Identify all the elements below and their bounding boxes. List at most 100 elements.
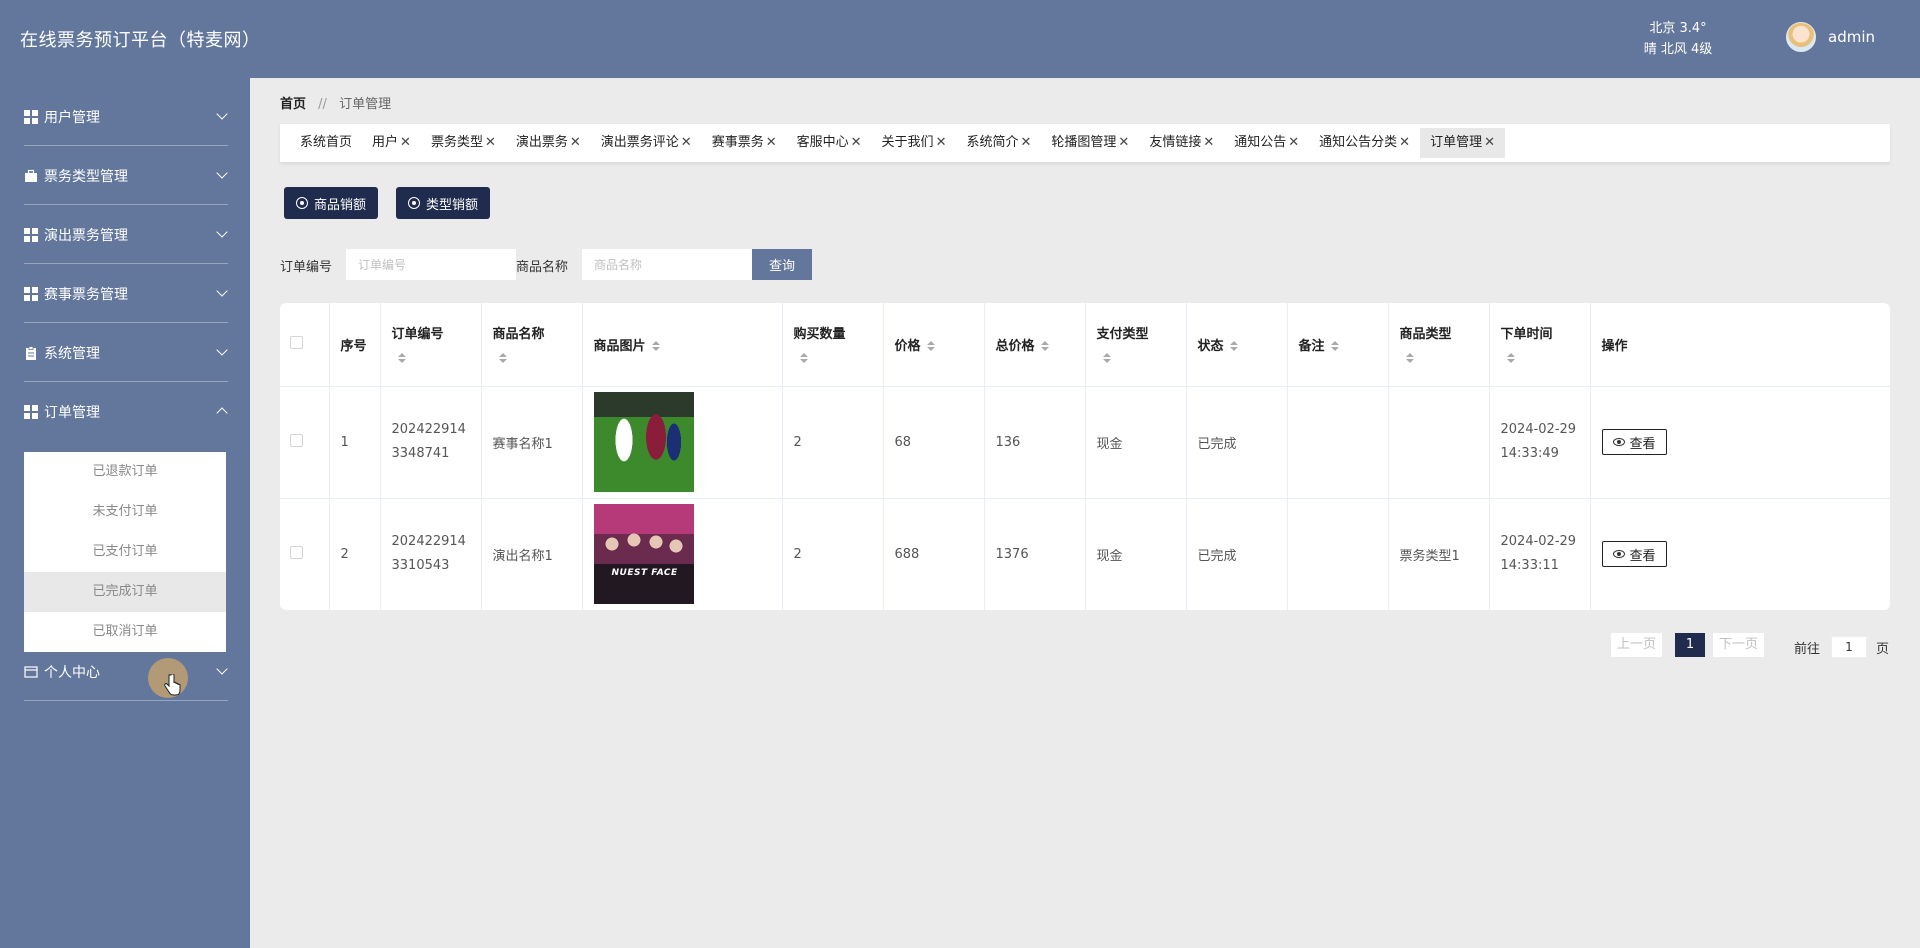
username[interactable]: admin bbox=[1828, 28, 1875, 46]
product-sales-button[interactable]: 商品销额 bbox=[284, 187, 379, 219]
prev-page-button[interactable]: 上一页 bbox=[1611, 633, 1663, 657]
col-product-type[interactable]: 商品类型 bbox=[1388, 303, 1490, 387]
close-icon[interactable]: ✕ bbox=[1203, 135, 1214, 150]
type-sales-button[interactable]: 类型销额 bbox=[396, 187, 491, 219]
close-icon[interactable]: ✕ bbox=[851, 135, 862, 150]
submenu-completed-orders[interactable]: 已完成订单 bbox=[24, 572, 226, 612]
col-product-name[interactable]: 商品名称 bbox=[481, 303, 583, 387]
avatar[interactable] bbox=[1786, 22, 1816, 52]
header-label: 商品名称 bbox=[492, 327, 545, 343]
close-icon[interactable]: ✕ bbox=[400, 135, 411, 150]
row-select-cell bbox=[280, 498, 330, 610]
close-icon[interactable]: ✕ bbox=[1288, 135, 1299, 150]
product-image-concert[interactable]: NUEST FACE bbox=[593, 504, 694, 604]
tab-label: 通知公告分类 bbox=[1319, 135, 1398, 150]
tab-notice[interactable]: 通知公告 ✕ bbox=[1224, 128, 1309, 158]
select-all-cell bbox=[280, 303, 330, 387]
breadcrumb-home[interactable]: 首页 bbox=[280, 97, 306, 112]
sidebar-item-ticket-type-management[interactable]: 票务类型管理 bbox=[24, 147, 228, 205]
sort-icon[interactable] bbox=[498, 352, 507, 363]
eye-icon bbox=[1612, 550, 1625, 558]
sidebar-item-user-management[interactable]: 用户管理 bbox=[24, 88, 228, 146]
product-image-soccer[interactable] bbox=[593, 392, 694, 492]
cell-product-name: 赛事名称1 bbox=[481, 386, 583, 499]
col-quantity[interactable]: 购买数量 bbox=[782, 303, 884, 387]
header-label: 价格 bbox=[894, 338, 921, 354]
col-note[interactable]: 备注 bbox=[1287, 303, 1389, 387]
cell-product-name: 演出名称1 bbox=[481, 498, 583, 610]
tab-ticket-type[interactable]: 票务类型 ✕ bbox=[421, 128, 506, 158]
col-index: 序号 bbox=[329, 303, 381, 387]
tab-label: 系统首页 bbox=[300, 135, 353, 150]
sidebar-item-order-management[interactable]: 订单管理 bbox=[24, 383, 228, 441]
sidebar-item-system-management[interactable]: 系统管理 bbox=[24, 324, 228, 382]
col-order-no[interactable]: 订单编号 bbox=[380, 303, 482, 387]
col-price[interactable]: 价格 bbox=[883, 303, 985, 387]
sort-icon[interactable] bbox=[1040, 341, 1049, 352]
tab-show-ticket[interactable]: 演出票务 ✕ bbox=[506, 128, 591, 158]
header-label: 下单时间 bbox=[1500, 327, 1553, 343]
col-order-time[interactable]: 下单时间 bbox=[1489, 303, 1591, 387]
sort-icon[interactable] bbox=[651, 341, 660, 352]
order-no-input[interactable] bbox=[346, 249, 516, 280]
sort-icon[interactable] bbox=[1330, 341, 1339, 352]
col-product-image[interactable]: 商品图片 bbox=[582, 303, 783, 387]
tab-carousel-management[interactable]: 轮播图管理 ✕ bbox=[1041, 128, 1139, 158]
page-number-button[interactable]: 1 bbox=[1675, 633, 1705, 657]
query-button[interactable]: 查询 bbox=[752, 249, 812, 280]
sort-icon[interactable] bbox=[1229, 341, 1238, 352]
col-status[interactable]: 状态 bbox=[1186, 303, 1288, 387]
row-checkbox[interactable] bbox=[290, 433, 303, 447]
cell-total-price: 1376 bbox=[984, 498, 1086, 610]
col-total-price[interactable]: 总价格 bbox=[984, 303, 1086, 387]
close-icon[interactable]: ✕ bbox=[766, 135, 777, 150]
sort-icon[interactable] bbox=[926, 341, 935, 352]
sort-icon[interactable] bbox=[1102, 352, 1111, 363]
order-no-part: 3310543 bbox=[391, 558, 450, 573]
goto-page-input[interactable]: 1 bbox=[1831, 636, 1867, 658]
order-no-part: 3348741 bbox=[391, 446, 450, 461]
close-icon[interactable]: ✕ bbox=[485, 135, 496, 150]
close-icon[interactable]: ✕ bbox=[681, 135, 692, 150]
row-checkbox[interactable] bbox=[290, 545, 303, 559]
cell-payment-type: 现金 bbox=[1085, 386, 1187, 499]
col-payment-type[interactable]: 支付类型 bbox=[1085, 303, 1187, 387]
tab-system-intro[interactable]: 系统简介 ✕ bbox=[956, 128, 1041, 158]
close-icon[interactable]: ✕ bbox=[1118, 135, 1129, 150]
sidebar-item-show-ticket-management[interactable]: 演出票务管理 bbox=[24, 206, 228, 264]
sidebar-item-event-ticket-management[interactable]: 赛事票务管理 bbox=[24, 265, 228, 323]
submenu-refunded-orders[interactable]: 已退款订单 bbox=[24, 452, 226, 492]
close-icon[interactable]: ✕ bbox=[570, 135, 581, 150]
tab-customer-service[interactable]: 客服中心 ✕ bbox=[787, 128, 872, 158]
sort-icon[interactable] bbox=[397, 352, 406, 363]
tab-event-ticket[interactable]: 赛事票务 ✕ bbox=[702, 128, 787, 158]
view-button[interactable]: 查看 bbox=[1601, 541, 1667, 567]
grid-icon bbox=[24, 109, 38, 124]
close-icon[interactable]: ✕ bbox=[1020, 135, 1031, 150]
goto-label: 前往 bbox=[1794, 642, 1821, 657]
sort-icon[interactable] bbox=[1405, 352, 1414, 363]
user-menu[interactable]: admin bbox=[1786, 22, 1875, 52]
close-icon[interactable]: ✕ bbox=[1399, 135, 1410, 150]
tab-notice-category[interactable]: 通知公告分类 ✕ bbox=[1309, 128, 1420, 158]
next-page-button[interactable]: 下一页 bbox=[1713, 633, 1765, 657]
tab-show-ticket-review[interactable]: 演出票务评论 ✕ bbox=[591, 128, 702, 158]
sort-icon[interactable] bbox=[1506, 352, 1515, 363]
submenu-paid-orders[interactable]: 已支付订单 bbox=[24, 532, 226, 572]
tab-user[interactable]: 用户 ✕ bbox=[362, 128, 421, 158]
view-button[interactable]: 查看 bbox=[1601, 429, 1667, 455]
card-icon bbox=[24, 665, 38, 679]
sort-icon[interactable] bbox=[799, 352, 808, 363]
select-all-checkbox[interactable] bbox=[290, 335, 303, 349]
close-icon[interactable]: ✕ bbox=[1484, 135, 1495, 150]
tab-friend-links[interactable]: 友情链接 ✕ bbox=[1139, 128, 1224, 158]
submenu-cancelled-orders[interactable]: 已取消订单 bbox=[24, 612, 226, 652]
product-name-input[interactable] bbox=[582, 249, 752, 280]
submenu-unpaid-orders[interactable]: 未支付订单 bbox=[24, 492, 226, 532]
tab-about-us[interactable]: 关于我们 ✕ bbox=[872, 128, 957, 158]
tab-label: 关于我们 bbox=[881, 135, 934, 150]
tab-system-home[interactable]: 系统首页 bbox=[290, 128, 362, 158]
cell-actions: 查看 bbox=[1590, 498, 1890, 610]
close-icon[interactable]: ✕ bbox=[936, 135, 947, 150]
tab-order-management[interactable]: 订单管理 ✕ bbox=[1420, 128, 1505, 158]
